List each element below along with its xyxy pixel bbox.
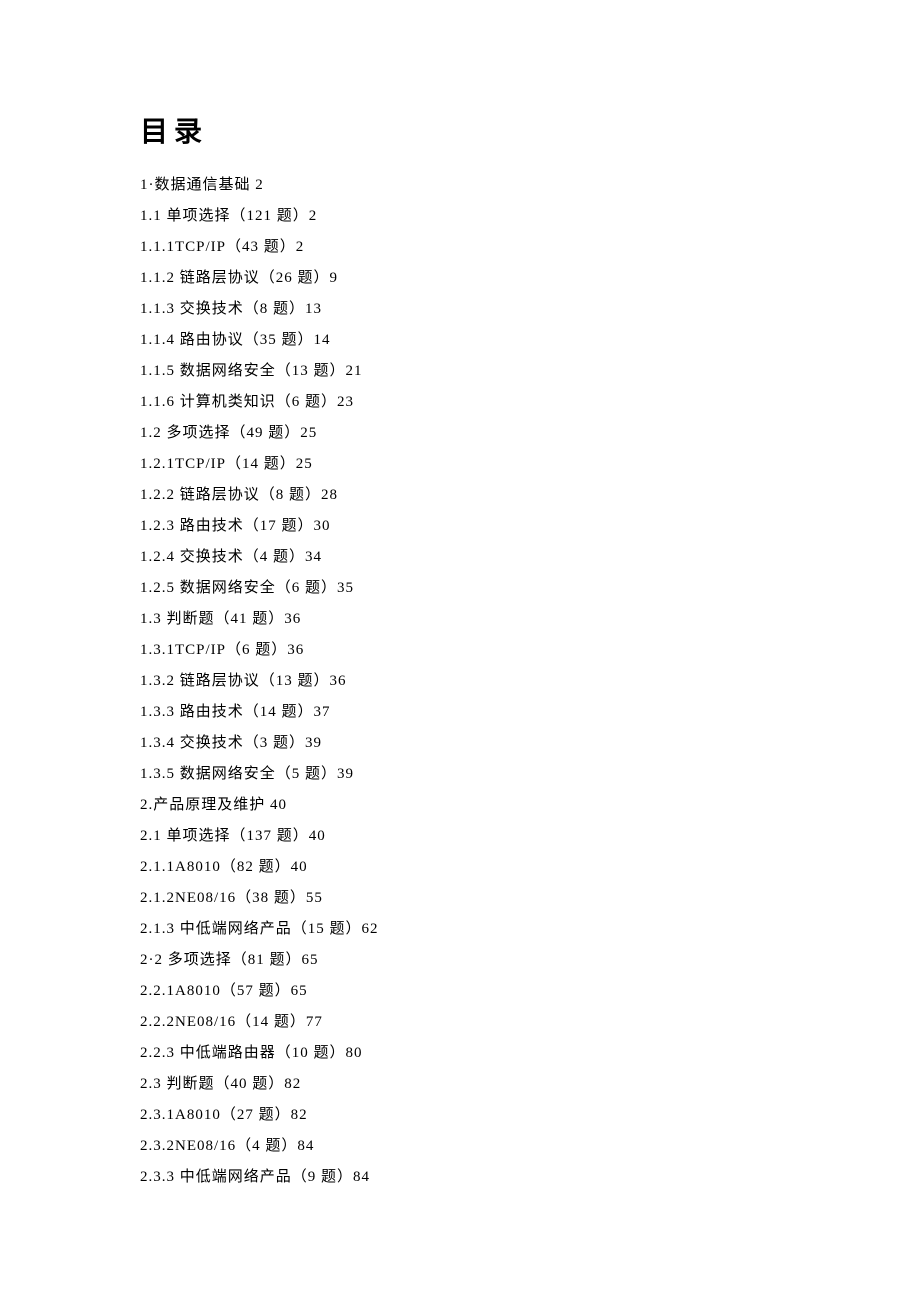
- toc-item: 1.2.3 路由技术（17 题）30: [140, 511, 780, 542]
- toc-item: 2.2.2NE08/16（14 题）77: [140, 1007, 780, 1038]
- toc-item: 1·数据通信基础 2: [140, 170, 780, 201]
- toc-item: 2.1 单项选择（137 题）40: [140, 821, 780, 852]
- toc-item: 2.产品原理及维护 40: [140, 790, 780, 821]
- toc-item: 1.1.4 路由协议（35 题）14: [140, 325, 780, 356]
- toc-item: 1.3.4 交换技术（3 题）39: [140, 728, 780, 759]
- toc-item: 1.2.2 链路层协议（8 题）28: [140, 480, 780, 511]
- toc-item: 2.1.3 中低端网络产品（15 题）62: [140, 914, 780, 945]
- toc-item: 1.1.3 交换技术（8 题）13: [140, 294, 780, 325]
- toc-list: 1·数据通信基础 21.1 单项选择（121 题）21.1.1TCP/IP（43…: [140, 170, 780, 1193]
- toc-item: 1.3 判断题（41 题）36: [140, 604, 780, 635]
- toc-item: 2.2.3 中低端路由器（10 题）80: [140, 1038, 780, 1069]
- toc-title: 目录: [140, 110, 780, 150]
- toc-item: 1.1.1TCP/IP（43 题）2: [140, 232, 780, 263]
- toc-item: 1.1 单项选择（121 题）2: [140, 201, 780, 232]
- toc-item: 2.2.1A8010（57 题）65: [140, 976, 780, 1007]
- toc-item: 2.1.2NE08/16（38 题）55: [140, 883, 780, 914]
- toc-item: 1.2.1TCP/IP（14 题）25: [140, 449, 780, 480]
- toc-item: 1.2.5 数据网络安全（6 题）35: [140, 573, 780, 604]
- toc-item: 1.3.2 链路层协议（13 题）36: [140, 666, 780, 697]
- toc-item: 1.1.6 计算机类知识（6 题）23: [140, 387, 780, 418]
- toc-item: 1.1.5 数据网络安全（13 题）21: [140, 356, 780, 387]
- toc-item: 2.3 判断题（40 题）82: [140, 1069, 780, 1100]
- toc-item: 1.3.5 数据网络安全（5 题）39: [140, 759, 780, 790]
- toc-item: 1.3.3 路由技术（14 题）37: [140, 697, 780, 728]
- toc-item: 1.3.1TCP/IP（6 题）36: [140, 635, 780, 666]
- toc-item: 2.3.2NE08/16（4 题）84: [140, 1131, 780, 1162]
- toc-item: 1.2 多项选择（49 题）25: [140, 418, 780, 449]
- toc-item: 2·2 多项选择（81 题）65: [140, 945, 780, 976]
- toc-item: 2.1.1A8010（82 题）40: [140, 852, 780, 883]
- toc-item: 2.3.1A8010（27 题）82: [140, 1100, 780, 1131]
- toc-item: 1.1.2 链路层协议（26 题）9: [140, 263, 780, 294]
- toc-item: 2.3.3 中低端网络产品（9 题）84: [140, 1162, 780, 1193]
- toc-item: 1.2.4 交换技术（4 题）34: [140, 542, 780, 573]
